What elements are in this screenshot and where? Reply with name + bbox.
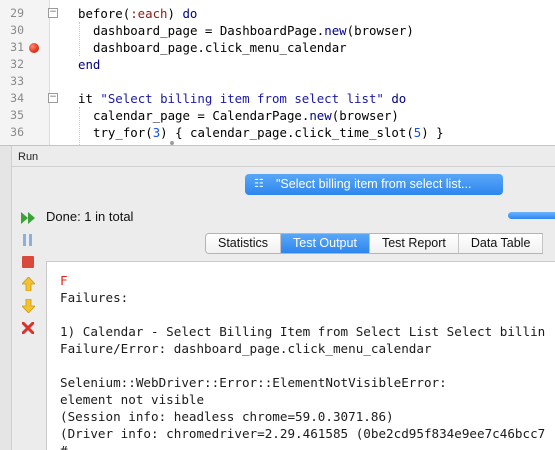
current-test-label: "Select billing item from select list... <box>276 177 472 191</box>
test-progress-fill <box>508 212 555 219</box>
tab-statistics[interactable]: Statistics <box>206 234 282 253</box>
line-number[interactable]: 33 <box>0 73 24 90</box>
code-line[interactable]: 35 calendar_page = CalendarPage.new(brows… <box>0 107 555 124</box>
line-number[interactable]: 34 <box>0 90 24 107</box>
current-test-selector[interactable]: ☷ "Select billing item from select list.… <box>245 174 503 195</box>
code-token: end <box>78 57 101 72</box>
code-token: ) { calendar_page.click_time_slot( <box>160 125 414 140</box>
code-line[interactable]: 32 end <box>0 56 555 73</box>
code-line[interactable]: 36 try_for(3) { calendar_page.click_time_… <box>0 124 555 141</box>
code-token: ) } <box>421 125 444 140</box>
code-text: dashboard_page = DashboardPage.new(brows… <box>93 22 414 39</box>
code-token: do <box>391 91 407 106</box>
code-text: end <box>78 56 100 73</box>
stop-icon[interactable] <box>20 254 36 270</box>
code-text: dashboard_page.click_menu_calendar <box>93 39 347 56</box>
tab-test-report[interactable]: Test Report <box>369 234 459 253</box>
code-line[interactable]: 34 − it "Select billing item from select l… <box>0 90 555 107</box>
run-panel: Run ☷ "Select billing item from select l… <box>0 145 555 450</box>
code-token: (browser) <box>346 23 414 38</box>
fold-icon[interactable]: − <box>48 8 58 18</box>
code-token: ) <box>167 6 183 21</box>
test-progress-bar <box>508 212 555 219</box>
code-text: try_for(3) { calendar_page.click_time_sl… <box>93 124 444 141</box>
code-token: dashboard_page.click_menu_calendar <box>93 40 347 55</box>
code-text: it "Select billing item from select list… <box>78 90 406 107</box>
code-token: (browser) <box>331 108 399 123</box>
fold-icon[interactable]: − <box>48 93 58 103</box>
code-token: try_for( <box>93 125 153 140</box>
code-line[interactable]: 33 <box>0 73 555 90</box>
code-text: before(:each) do <box>78 5 197 22</box>
result-tabs: Statistics Test Output Test Report Data Tab… <box>205 233 544 254</box>
output-line: Failure/Error: dashboard_page.click_menu… <box>60 341 432 356</box>
divider <box>12 166 555 167</box>
code-text: calendar_page = CalendarPage.new(browser… <box>93 107 399 124</box>
code-token: "Select billing item from select list" <box>100 91 384 106</box>
output-line: Selenium::WebDriver::Error::ElementNotVi… <box>60 375 447 390</box>
breakpoint-icon[interactable] <box>29 43 39 53</box>
run-status-text: Done: 1 in total <box>46 209 134 224</box>
code-line[interactable]: 31 dashboard_page.click_menu_calendar <box>0 39 555 56</box>
code-token: new <box>324 23 347 38</box>
code-editor[interactable]: 29 − before(:each) do 30 dashboard_page = Da… <box>0 0 555 145</box>
output-line: 1) Calendar - Select Billing Item from S… <box>60 324 546 339</box>
run-side-strip <box>0 146 12 450</box>
clear-icon[interactable] <box>20 320 36 336</box>
indent-guide <box>79 22 80 56</box>
code-line[interactable]: 30 dashboard_page = DashboardPage.new(bro… <box>0 22 555 39</box>
line-number[interactable]: 30 <box>0 22 24 39</box>
line-number[interactable]: 31 <box>0 39 24 56</box>
test-list-icon: ☷ <box>254 178 264 190</box>
output-line: (Session info: headless chrome=59.0.3071… <box>60 409 394 424</box>
tab-data-table[interactable]: Data Table <box>458 234 544 253</box>
line-number[interactable]: 29 <box>0 5 24 22</box>
code-token: new <box>309 108 332 123</box>
code-token: calendar_page = CalendarPage. <box>93 108 310 123</box>
line-number[interactable]: 35 <box>0 107 24 124</box>
code-line[interactable]: 29 − before(:each) do <box>0 5 555 22</box>
test-output-console[interactable]: F Failures: 1) Calendar - Select Billing I… <box>46 261 555 450</box>
code-token: :each <box>130 6 168 21</box>
pause-icon[interactable] <box>20 232 36 248</box>
previous-failure-icon[interactable] <box>20 276 36 292</box>
next-failure-icon[interactable] <box>20 298 36 314</box>
output-line: # <box>60 442 68 450</box>
rerun-all-icon[interactable] <box>20 210 36 226</box>
line-number[interactable]: 32 <box>0 56 24 73</box>
output-line: element not visible <box>60 392 205 407</box>
code-token: before( <box>78 6 131 21</box>
line-number[interactable]: 36 <box>0 124 24 141</box>
output-line: F <box>60 273 68 288</box>
output-line: (Driver info: chromedriver=2.29.461585 (… <box>60 426 546 441</box>
output-line: Failures: <box>60 290 129 305</box>
run-panel-title: Run <box>18 151 39 163</box>
code-token: dashboard_page = DashboardPage. <box>93 23 325 38</box>
tab-test-output[interactable]: Test Output <box>281 234 370 253</box>
indent-guide <box>79 107 80 145</box>
code-token: it <box>78 91 101 106</box>
code-token: do <box>182 6 198 21</box>
